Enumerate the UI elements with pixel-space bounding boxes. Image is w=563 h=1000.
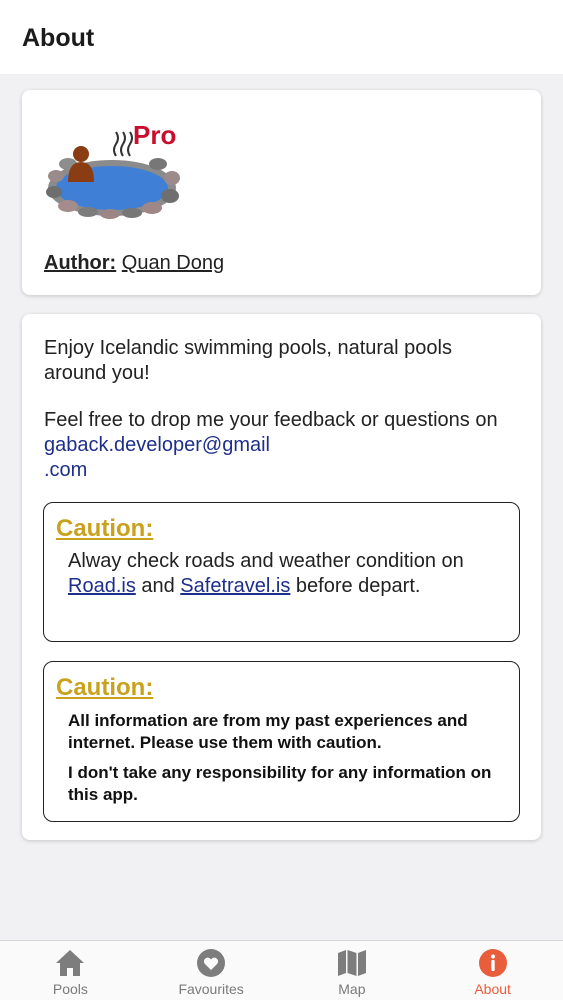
home-icon — [54, 947, 86, 979]
author-card: Pro Author: Quan Dong — [22, 90, 541, 295]
caution-roads-text-1: Alway check roads and weather condition … — [68, 550, 464, 572]
map-icon — [336, 947, 368, 979]
app-logo-icon: Pro — [46, 120, 180, 219]
intro-text: Enjoy Icelandic swimming pools, natural … — [44, 337, 452, 384]
tab-favourites[interactable]: Favourites — [141, 941, 282, 1000]
bottom-tab-bar: Pools Favourites Map About — [0, 940, 563, 1000]
disclaimer-line-2: I don't take any responsibility for any … — [68, 763, 492, 804]
author-name-link[interactable]: Quan Dong — [122, 252, 224, 274]
tab-about[interactable]: About — [422, 941, 563, 1000]
safetravel-link[interactable]: Safetravel.is — [180, 575, 290, 597]
tab-label: Map — [338, 981, 366, 997]
feedback-text: Feel free to drop me your feedback or qu… — [44, 408, 519, 483]
info-card: Enjoy Icelandic swimming pools, natural … — [22, 314, 541, 840]
author-line: Author: Quan Dong — [44, 252, 224, 275]
feedback-email-part1: gaback.developer@gmail — [44, 434, 270, 456]
info-icon — [477, 947, 509, 979]
tab-label: About — [474, 981, 511, 997]
feedback-email-link[interactable]: gaback.developer@gmail .com — [44, 434, 270, 481]
header-bar: About — [0, 0, 563, 74]
caution-roads-text-2: before depart. — [290, 575, 421, 597]
feedback-prefix: Feel free to drop me your feedback or qu… — [44, 409, 498, 431]
caution-roads-text: Alway check roads and weather condition … — [56, 549, 507, 599]
caution-box-disclaimer: Caution: All information are from my pas… — [43, 661, 520, 822]
road-is-link[interactable]: Road.is — [68, 575, 136, 597]
tab-label: Favourites — [178, 981, 244, 997]
caution-and-text: and — [135, 575, 181, 597]
caution-title: Caution: — [56, 674, 154, 701]
feedback-email-part2: .com — [44, 459, 88, 481]
tab-pools[interactable]: Pools — [0, 941, 141, 1000]
heart-icon — [195, 947, 227, 979]
disclaimer-line-1: All information are from my past experie… — [68, 711, 468, 752]
tab-map[interactable]: Map — [282, 941, 423, 1000]
logo-text: Pro — [133, 120, 176, 150]
tab-label: Pools — [52, 981, 88, 997]
caution-box-roads: Caution: Alway check roads and weather c… — [43, 502, 520, 642]
author-label: Author: — [44, 252, 117, 274]
page-title: About — [22, 24, 95, 52]
caution-title: Caution: — [56, 515, 154, 542]
